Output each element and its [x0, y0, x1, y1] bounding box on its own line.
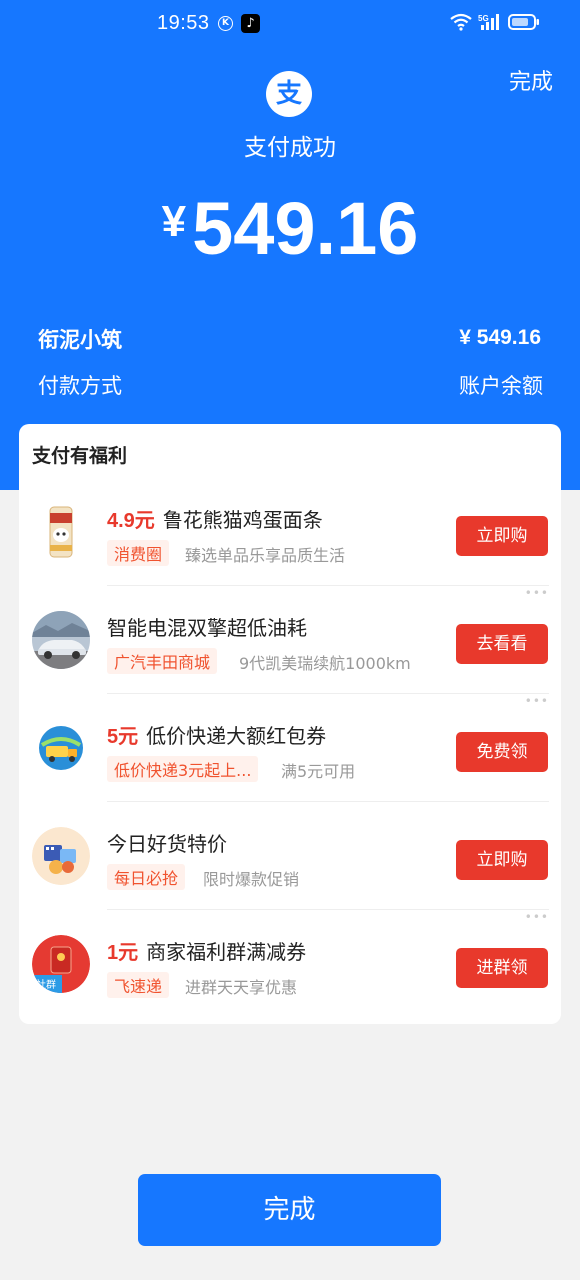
benefit-title: 智能电混双擎超低油耗 [107, 612, 307, 641]
benefit-tag: 低价快递3元起上... [107, 756, 259, 782]
car-icon [32, 611, 90, 669]
currency-symbol: ¥ [161, 197, 187, 246]
benefit-tag: 广汽丰田商城 [107, 648, 218, 674]
benefit-desc: 进群天天享优惠 [185, 978, 298, 997]
buy-now-button[interactable]: 立即购 [456, 840, 548, 880]
benefit-tag: 每日必抢 [107, 864, 186, 890]
benefit-title-text: 鲁花熊猫鸡蛋面条 [162, 508, 323, 532]
benefits-title: 支付有福利 [32, 445, 128, 467]
battery-icon [508, 14, 539, 30]
benefit-title-text: 低价快递大额红包券 [146, 724, 327, 748]
benefit-title-text: 智能电混双擎超低油耗 [107, 616, 307, 640]
benefit-title-text: 今日好货特价 [107, 832, 227, 856]
benefit-item[interactable]: ••• 社群 1元 商家福利群满减券 飞速递 进群天天享优惠 进群领 [19, 910, 561, 1018]
benefit-title: 1元 商家福利群满减券 [107, 936, 306, 965]
express-delivery-icon [32, 719, 90, 777]
benefit-item[interactable]: ••• 智能电混双擎超低油耗 广汽丰田商城 9代凯美瑞续航1000km 去看看 [19, 586, 561, 694]
benefit-price: 1元 [107, 942, 139, 964]
paid-amount: ¥ 549.16 [459, 326, 541, 349]
benefit-title: 5元 低价快递大额红包券 [107, 720, 326, 749]
claim-free-button[interactable]: 免费领 [456, 732, 548, 772]
more-options-icon[interactable]: ••• [525, 586, 549, 600]
benefit-item[interactable]: 今日好货特价 每日必抢 限时爆款促销 立即购 [19, 802, 561, 910]
benefit-desc: 臻选单品乐享品质生活 [185, 546, 346, 565]
k-notification-icon: K [218, 16, 233, 31]
payment-amount: ¥549.16 [0, 186, 580, 271]
benefit-price: 5元 [107, 726, 139, 748]
buy-now-button[interactable]: 立即购 [456, 516, 548, 556]
benefit-title-text: 商家福利群满减券 [146, 940, 307, 964]
payment-header: 19:53 K ♪ 5G 完成 支 支付成功 ¥549.16 衔泥小筑 付款方式… [0, 0, 580, 490]
daily-deals-icon [32, 827, 90, 885]
community-label: 社群 [36, 978, 56, 991]
noodle-package-icon [32, 503, 90, 561]
alipay-logo-icon: 支 [266, 71, 312, 117]
status-indicators: 5G [450, 13, 540, 31]
benefits-card: 支付有福利 4.9元 鲁花熊猫鸡蛋面条 消费圈 臻选单品乐享品质生活 立即购 ••… [19, 424, 561, 1024]
bottom-done-button[interactable]: 完成 [138, 1174, 441, 1246]
status-bar: 19:53 K ♪ 5G [0, 0, 580, 50]
more-options-icon[interactable]: ••• [525, 910, 549, 924]
status-time: 19:53 [157, 12, 210, 34]
view-button[interactable]: 去看看 [456, 624, 548, 664]
merchant-name: 衔泥小筑 [38, 328, 122, 352]
more-options-icon[interactable]: ••• [525, 694, 549, 708]
benefit-tag: 飞速递 [107, 972, 170, 998]
signal-5g-icon: 5G [478, 14, 499, 30]
top-done-button[interactable]: 完成 [509, 64, 553, 96]
payment-success-text: 支付成功 [244, 135, 336, 161]
benefit-title: 4.9元 鲁花熊猫鸡蛋面条 [107, 504, 323, 533]
benefit-desc: 9代凯美瑞续航1000km [239, 654, 411, 673]
benefit-title: 今日好货特价 [107, 828, 227, 857]
wifi-icon [450, 13, 472, 31]
benefit-desc: 满5元可用 [281, 762, 356, 781]
benefit-price: 4.9元 [107, 510, 155, 532]
amount-value: 549.16 [192, 187, 419, 270]
pay-method-label: 付款方式 [38, 374, 122, 398]
benefit-tag: 消费圈 [107, 540, 170, 566]
pay-method-value: 账户余额 [459, 374, 543, 398]
tiktok-notification-icon: ♪ [241, 14, 260, 33]
network-type-label: 5G [478, 14, 489, 23]
benefit-desc: 限时爆款促销 [203, 870, 300, 889]
benefit-item[interactable]: 4.9元 鲁花熊猫鸡蛋面条 消费圈 臻选单品乐享品质生活 立即购 [19, 478, 561, 586]
benefit-item[interactable]: ••• 5元 低价快递大额红包券 低价快递3元起上... 满5元可用 免费领 [19, 694, 561, 802]
join-group-button[interactable]: 进群领 [456, 948, 548, 988]
red-envelope-icon: 社群 [32, 935, 90, 993]
